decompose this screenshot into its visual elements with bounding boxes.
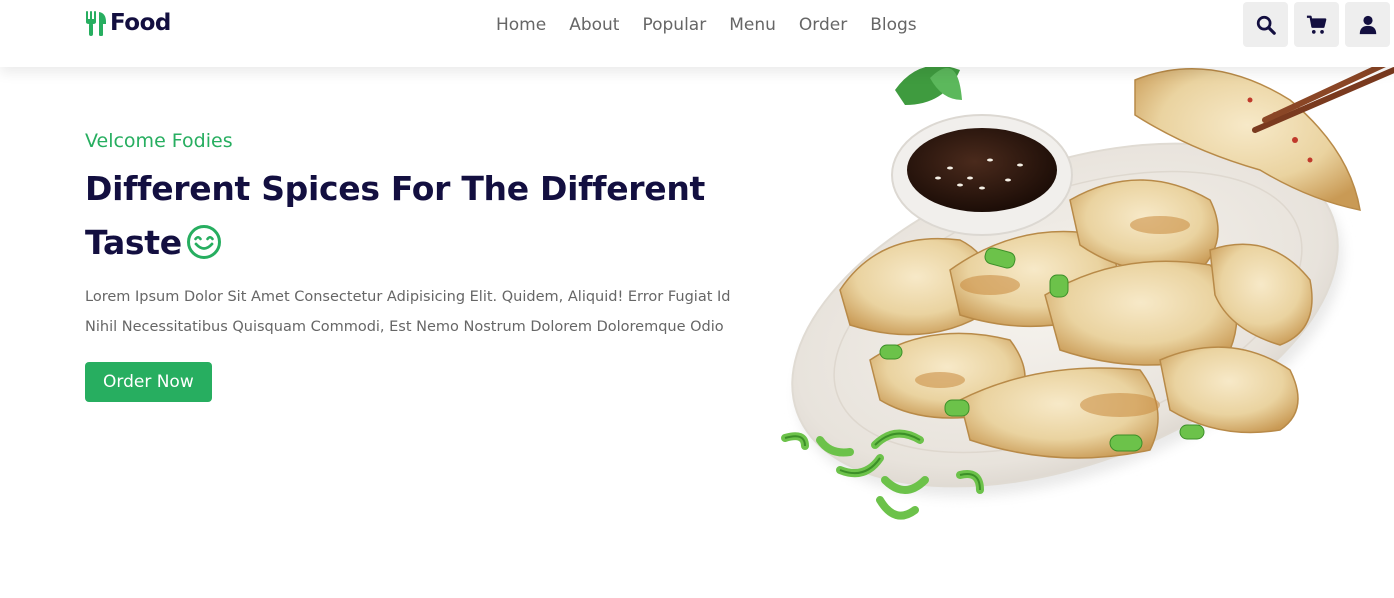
hero-heading: Different Spices For The Different Taste <box>85 162 745 270</box>
hero-content: Velcome Fodies Different Spices For The … <box>85 128 745 402</box>
nav-home[interactable]: Home <box>496 14 546 36</box>
brand-logo[interactable]: Food <box>84 10 171 36</box>
user-icon <box>1359 15 1376 34</box>
hero-heading-text: Different Spices For The Different Taste <box>85 169 706 262</box>
nav-menu[interactable]: Menu <box>729 14 776 36</box>
hero-greeting: Velcome Fodies <box>85 130 233 152</box>
nav-order[interactable]: Order <box>799 14 847 36</box>
brand-name: Food <box>110 10 171 36</box>
smile-icon <box>186 225 221 259</box>
dumplings-plate-image <box>781 60 1394 520</box>
nav-popular[interactable]: Popular <box>642 14 706 36</box>
hero-description: Lorem Ipsum Dolor Sit Amet Consectetur A… <box>85 289 731 335</box>
main-nav: Home About Popular Menu Order Blogs <box>496 14 940 36</box>
cart-icon <box>1306 15 1326 34</box>
order-now-button[interactable]: Order Now <box>85 362 212 402</box>
header-actions <box>1243 2 1390 47</box>
site-header: Food Home About Popular Menu Order Blogs <box>0 0 1394 67</box>
search-icon <box>1256 15 1276 35</box>
cart-button[interactable] <box>1294 2 1339 47</box>
utensils-icon <box>86 11 106 36</box>
nav-about[interactable]: About <box>569 14 619 36</box>
search-button[interactable] <box>1243 2 1288 47</box>
nav-blogs[interactable]: Blogs <box>870 14 916 36</box>
user-button[interactable] <box>1345 2 1390 47</box>
